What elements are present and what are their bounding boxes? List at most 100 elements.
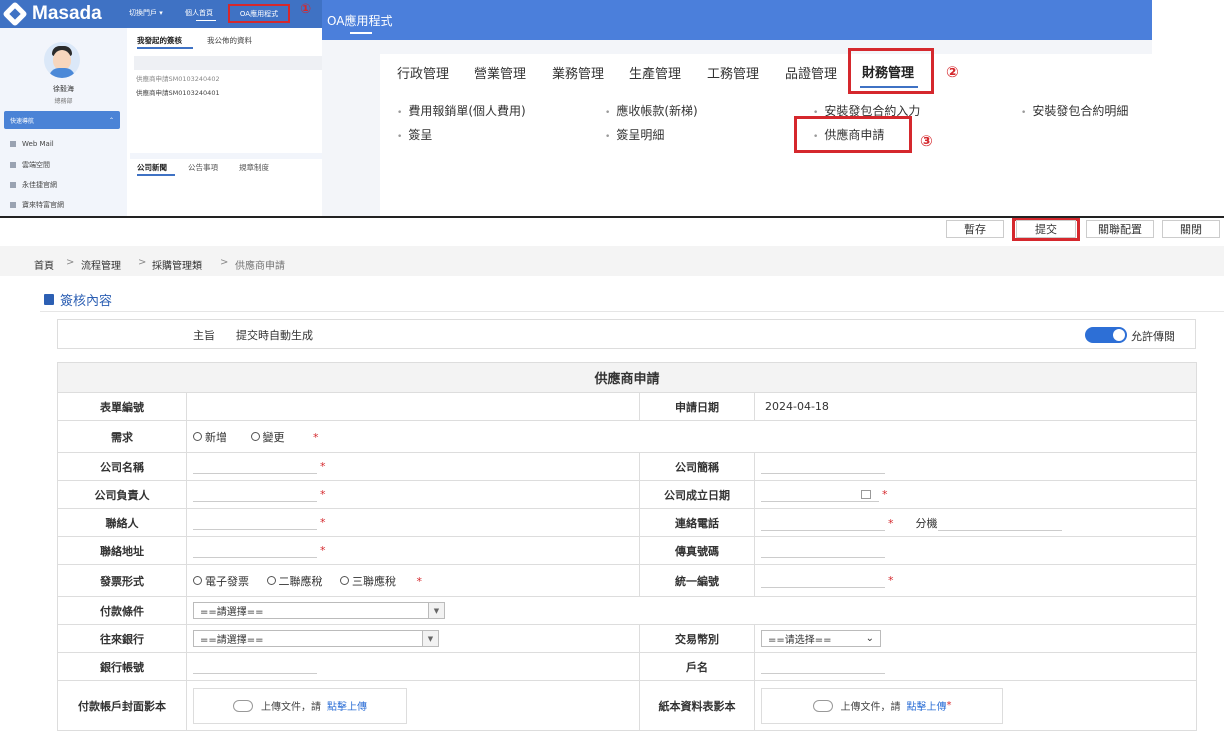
- category-engineering[interactable]: 工務管理: [707, 63, 759, 82]
- masada-logo-icon: [2, 1, 28, 27]
- apply-date-label: 申請日期: [639, 392, 755, 421]
- menu-expense-report[interactable]: 費用報銷單(個人費用): [397, 102, 525, 119]
- breadcrumb-sep: >: [66, 257, 75, 268]
- account-no-input[interactable]: [193, 660, 317, 674]
- tab-underline: [137, 47, 193, 49]
- portal-switch-menu[interactable]: 切換門戶 ▾: [129, 8, 163, 18]
- invoice-three-part-radio[interactable]: 三聯應稅: [340, 573, 396, 589]
- save-draft-button[interactable]: 暫存: [946, 220, 1004, 238]
- quick-nav-toggle[interactable]: 快速導航 ⌃: [4, 111, 120, 129]
- tax-id-input[interactable]: [761, 574, 885, 588]
- bank-select[interactable]: ==請選擇== ▼: [193, 630, 439, 647]
- company-name-input[interactable]: [193, 460, 317, 474]
- oa-header: [322, 0, 1152, 40]
- tab-announcements[interactable]: 公告事項: [188, 162, 218, 173]
- category-admin[interactable]: 行政管理: [397, 63, 449, 82]
- personal-home-underline: [196, 20, 216, 21]
- upload-link[interactable]: 點擊上傳: [327, 698, 367, 713]
- payment-terms-select[interactable]: ==請選擇== ▼: [193, 602, 445, 619]
- demand-new-radio[interactable]: 新增: [193, 429, 227, 445]
- cover-copy-upload[interactable]: 上傳文件，請 點擊上傳: [193, 687, 407, 724]
- menu-memo-detail[interactable]: 簽呈明細: [605, 126, 664, 143]
- allow-forward-toggle[interactable]: [1085, 327, 1127, 343]
- dropdown-arrow-icon: ▼: [422, 631, 438, 646]
- phone-input[interactable]: [761, 517, 885, 531]
- category-quality[interactable]: 品證管理: [785, 63, 837, 82]
- list-item[interactable]: 供應商申請SM0103240401: [136, 87, 220, 97]
- tab-regulations[interactable]: 規章制度: [239, 162, 269, 173]
- menu-memo[interactable]: 簽呈: [397, 126, 432, 143]
- step-marker-1: ①: [300, 2, 312, 17]
- owner-label: 公司負責人: [57, 480, 187, 509]
- currency-select[interactable]: ==请选择== ⌄: [761, 630, 881, 647]
- web-icon: [10, 182, 16, 188]
- upload-link[interactable]: 點擊上傳: [907, 698, 947, 713]
- founded-date-input[interactable]: [761, 488, 879, 502]
- vendor-application-form: 供應商申請 表單編號 申請日期 2024-04-18 需求 新增 變更 * 公司…: [56, 362, 1198, 731]
- avatar: [44, 42, 80, 78]
- list-item[interactable]: 供應商申請SM0103240402: [136, 73, 220, 83]
- owner-input[interactable]: [193, 488, 317, 502]
- company-short-label: 公司簡稱: [639, 452, 755, 481]
- upload-cloud-icon: [233, 699, 253, 712]
- contact-label: 聯絡人: [57, 508, 187, 537]
- category-finance-underline: [860, 86, 918, 88]
- oa-apps-link[interactable]: OA應用程式: [228, 4, 290, 23]
- bank-label: 往來銀行: [57, 624, 187, 653]
- paper-copy-upload[interactable]: 上傳文件，請 點擊上傳 *: [761, 687, 1003, 724]
- category-finance[interactable]: 財務管理: [862, 62, 914, 81]
- apply-date-value: 2024-04-18: [753, 392, 1198, 421]
- brand-logo[interactable]: Masada: [2, 1, 102, 27]
- link-config-button[interactable]: 關聯配置: [1086, 220, 1154, 238]
- invoice-two-part-radio[interactable]: 二聯應稅: [266, 573, 323, 589]
- ext-input[interactable]: [937, 517, 1062, 531]
- category-sales[interactable]: 營業管理: [474, 63, 526, 82]
- category-production[interactable]: 生產管理: [629, 63, 681, 82]
- invoice-electronic-radio[interactable]: 電子發票: [193, 573, 249, 589]
- oa-left-margin: [322, 54, 380, 216]
- tab-underline: [137, 174, 175, 176]
- menu-receivables[interactable]: 應收帳款(新梯): [605, 102, 697, 119]
- cover-copy-label: 付款帳戶封面影本: [57, 680, 187, 731]
- step-marker-2: ②: [946, 63, 959, 81]
- form-no-value: [186, 392, 640, 421]
- paper-copy-label: 紙本資料表影本: [639, 680, 755, 731]
- sidebar-item-yongjia[interactable]: 永佳捷官網: [10, 180, 57, 190]
- contact-input[interactable]: [193, 516, 317, 530]
- invoice-label: 發票形式: [57, 564, 187, 597]
- ext-label: 分機: [915, 516, 938, 530]
- required-mark: *: [313, 431, 319, 444]
- menu-vendor-application[interactable]: 供應商申請: [813, 126, 884, 143]
- close-button[interactable]: 關閉: [1162, 220, 1220, 238]
- breadcrumb-purchase[interactable]: 採購管理類: [152, 257, 202, 272]
- breadcrumb-home[interactable]: 首頁: [34, 257, 54, 272]
- web-icon: [10, 202, 16, 208]
- sidebar-item-webmail[interactable]: Web Mail: [10, 140, 54, 148]
- tab-my-initiated[interactable]: 我發起的簽核: [137, 35, 182, 46]
- tab-my-published[interactable]: 我公佈的資料: [207, 35, 252, 46]
- demand-change-radio[interactable]: 變更: [250, 429, 285, 445]
- subject-value: 提交時自動生成: [236, 329, 313, 342]
- cloud-icon: [10, 162, 16, 168]
- submit-button[interactable]: 提交: [1016, 220, 1076, 238]
- menu-install-contract-detail[interactable]: 安裝發包合約明細: [1021, 102, 1128, 119]
- section-title: 簽核內容: [44, 290, 112, 309]
- document-icon: [44, 294, 54, 305]
- account-name-label: 戶名: [639, 652, 755, 681]
- personal-home-link[interactable]: 個人首頁: [185, 8, 213, 18]
- oa-title-underline: [350, 32, 372, 34]
- sidebar-item-baolai[interactable]: 寶來特富官網: [10, 200, 64, 210]
- tab-company-news[interactable]: 公司新聞: [137, 162, 167, 173]
- sidebar-item-cloud[interactable]: 雲端空間: [10, 160, 50, 170]
- upload-cloud-icon: [812, 699, 833, 712]
- phone-label: 連絡電話: [639, 508, 755, 537]
- calendar-icon[interactable]: [861, 490, 871, 499]
- fax-input[interactable]: [761, 544, 885, 558]
- section-divider: [40, 311, 1224, 312]
- category-business[interactable]: 業務管理: [552, 63, 604, 82]
- company-short-input[interactable]: [761, 460, 885, 474]
- company-name-label: 公司名稱: [57, 452, 187, 481]
- breadcrumb-process[interactable]: 流程管理: [81, 257, 121, 272]
- account-name-input[interactable]: [761, 660, 885, 674]
- address-input[interactable]: [193, 544, 317, 558]
